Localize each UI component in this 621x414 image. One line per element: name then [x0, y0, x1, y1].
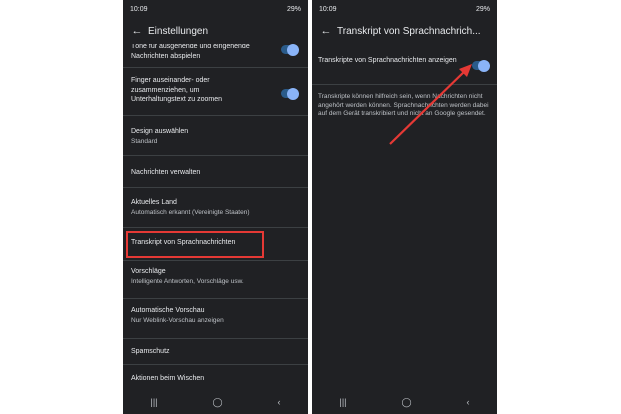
list-item-title: Vorschläge [131, 268, 166, 275]
back-chevron-icon[interactable]: ‹ [467, 397, 470, 407]
navigation-bar: ||| ◯ ‹ [312, 390, 497, 414]
status-bar: 10:09 29% [123, 0, 308, 18]
back-chevron-icon[interactable]: ‹ [278, 397, 281, 407]
annotation-arrow [389, 64, 472, 145]
list-item-spam[interactable]: Spamschutz [123, 339, 308, 365]
list-item-swipe[interactable]: Aktionen beim Wischen [123, 365, 308, 390]
list-item-subtitle: Nur Weblink-Vorschau anzeigen [131, 316, 224, 324]
left-phone-screen: 10:09 29% ← Einstellungen Töne für ausge… [123, 0, 308, 414]
list-item-subtitle: Standard [131, 137, 158, 145]
list-item-manage-messages[interactable]: Nachrichten verwalten [123, 156, 308, 188]
settings-list: Töne für ausgehende und eingehende Nachr… [123, 44, 308, 390]
app-bar: ← Einstellungen [123, 18, 308, 44]
right-phone-screen: 10:09 29% ← Transkript von Sprachnachric… [312, 0, 497, 414]
list-item-title: Töne für ausgehende und eingehende Nachr… [131, 44, 250, 60]
sounds-toggle[interactable] [281, 44, 299, 56]
page-title: Einstellungen [148, 25, 209, 37]
list-item-title: Finger auseinander- oder zusammenziehen,… [131, 77, 223, 103]
status-battery: 29% [286, 5, 301, 13]
list-item-title: Aktuelles Land [131, 199, 177, 206]
toggle-knob [287, 87, 299, 100]
list-item-design[interactable]: Design auswählen Standard [123, 116, 308, 156]
recent-apps-icon[interactable]: ||| [339, 397, 346, 407]
list-item-sounds[interactable]: Töne für ausgehende und eingehende Nachr… [123, 44, 308, 68]
status-time: 10:09 [130, 5, 148, 13]
list-item-title: Aktionen beim Wischen [131, 375, 205, 382]
navigation-bar: ||| ◯ ‹ [123, 390, 308, 414]
home-icon[interactable]: ◯ [401, 397, 411, 408]
arrow-left-icon[interactable]: ← [126, 25, 148, 37]
highlight-box [126, 231, 264, 258]
list-item-suggestions[interactable]: Vorschläge Intelligente Antworten, Vorsc… [123, 261, 308, 299]
toggle-knob [287, 44, 299, 56]
zoom-toggle[interactable] [281, 87, 299, 100]
arrow-shaft [389, 67, 469, 145]
list-item-country[interactable]: Aktuelles Land Automatisch erkannt (Vere… [123, 188, 308, 228]
list-item-subtitle: Intelligente Antworten, Vorschläge usw. [131, 277, 244, 285]
recent-apps-icon[interactable]: ||| [150, 397, 157, 407]
list-item-zoom[interactable]: Finger auseinander- oder zusammenziehen,… [123, 68, 308, 116]
list-item-subtitle: Automatisch erkannt (Vereinigte Staaten) [131, 208, 250, 216]
home-icon[interactable]: ◯ [212, 397, 222, 408]
list-item-auto-preview[interactable]: Automatische Vorschau Nur Weblink-Vorsch… [123, 299, 308, 339]
list-item-title: Design auswählen [131, 128, 189, 135]
list-item-title: Spamschutz [131, 348, 170, 355]
list-item-title: Nachrichten verwalten [131, 169, 201, 176]
list-item-title: Automatische Vorschau [131, 307, 205, 314]
